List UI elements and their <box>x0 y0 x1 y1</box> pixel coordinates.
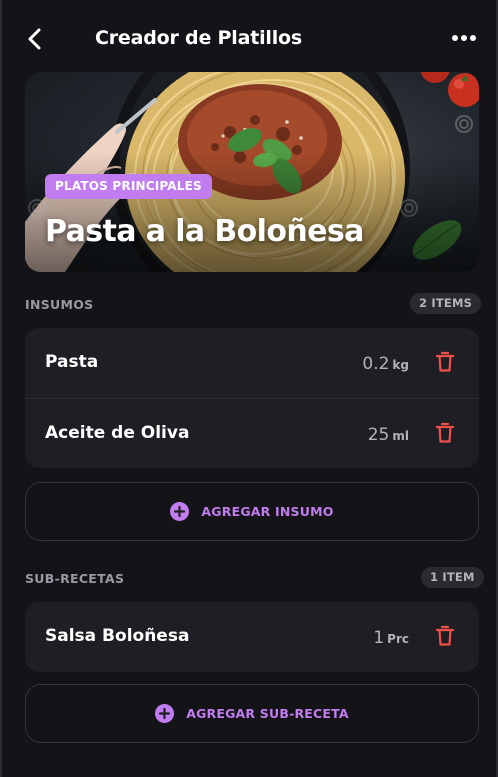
quantity-unit: ml <box>392 429 409 443</box>
item-quantity: 1 Prc <box>373 628 409 648</box>
dish-title: Pasta a la Boloñesa <box>45 214 364 249</box>
item-quantity: 0.2 kg <box>362 354 409 374</box>
back-button[interactable] <box>20 24 50 54</box>
delete-button[interactable] <box>435 351 455 373</box>
trash-icon <box>435 351 455 372</box>
app-screen: Creador de Platillos PLATOS PRINCIPALES … <box>0 0 498 777</box>
subrecetas-count-badge: 1 ITEM <box>421 567 484 588</box>
item-name: Pasta <box>45 352 99 372</box>
list-item[interactable]: Salsa Boloñesa 1 Prc <box>25 602 479 672</box>
more-options-button[interactable] <box>450 30 478 46</box>
list-item[interactable]: Aceite de Oliva 25 ml <box>25 398 479 468</box>
plus-circle-icon <box>170 502 190 521</box>
add-subreceta-label: AGREGAR SUB-RECETA <box>186 706 349 721</box>
delete-button[interactable] <box>435 422 455 444</box>
add-insumo-label: AGREGAR INSUMO <box>201 504 334 519</box>
list-item[interactable]: Pasta 0.2 kg <box>25 328 479 398</box>
add-insumo-button[interactable]: AGREGAR INSUMO <box>25 482 479 541</box>
quantity-unit: Prc <box>387 632 409 646</box>
delete-button[interactable] <box>435 625 455 647</box>
page-title: Creador de Platillos <box>95 27 303 49</box>
add-insumo-content: AGREGAR INSUMO <box>26 483 478 540</box>
trash-icon <box>435 625 455 646</box>
trash-icon <box>435 422 455 443</box>
subrecetas-section-label: SUB-RECETAS <box>25 571 125 586</box>
dish-hero-card[interactable]: PLATOS PRINCIPALES Pasta a la Boloñesa <box>25 72 479 272</box>
chevron-left-icon <box>28 28 41 50</box>
quantity-value: 25 <box>367 425 390 445</box>
item-quantity: 25 ml <box>368 425 409 445</box>
insumos-count-badge: 2 ITEMS <box>410 293 482 314</box>
add-subreceta-button[interactable]: AGREGAR SUB-RECETA <box>25 684 479 743</box>
top-bar: Creador de Platillos <box>2 0 496 72</box>
quantity-value: 1 <box>373 628 385 648</box>
item-name: Aceite de Oliva <box>45 423 190 443</box>
insumos-section-label: INSUMOS <box>25 297 94 312</box>
insumos-list: Pasta 0.2 kg Aceite de Oliva 25 ml <box>25 328 479 468</box>
subrecetas-list: Salsa Boloñesa 1 Prc <box>25 602 479 672</box>
plus-circle-icon <box>155 704 175 723</box>
category-badge: PLATOS PRINCIPALES <box>45 174 212 199</box>
quantity-value: 0.2 <box>362 354 390 374</box>
item-name: Salsa Boloñesa <box>45 626 190 646</box>
more-horizontal-icon <box>452 35 476 41</box>
quantity-unit: kg <box>392 358 409 372</box>
add-subreceta-content: AGREGAR SUB-RECETA <box>26 685 478 742</box>
